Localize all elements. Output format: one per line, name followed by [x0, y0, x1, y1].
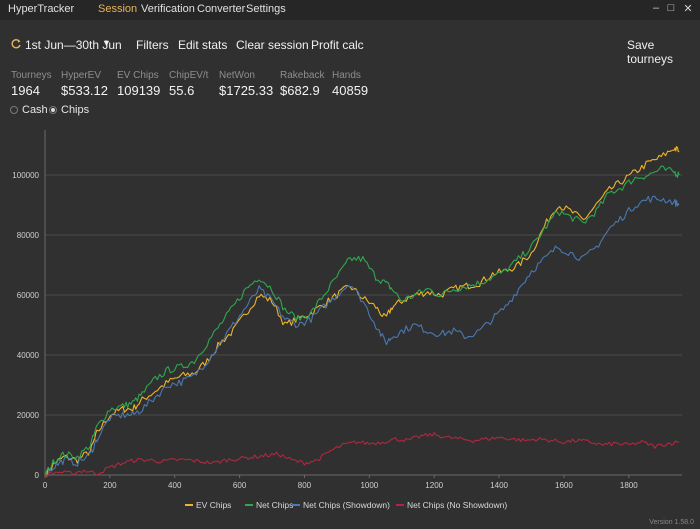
y-tick-label: 60000: [17, 291, 40, 300]
radio-chips[interactable]: Chips: [49, 104, 89, 116]
series-line-net-chips-showdown: [44, 195, 680, 477]
x-tick-label: 1400: [490, 481, 508, 490]
y-tick-label: 20000: [17, 411, 40, 420]
x-tick-label: 1600: [555, 481, 573, 490]
legend-label: Net Chips (No Showdown): [407, 500, 507, 510]
legend-label: Net Chips (Showdown): [303, 500, 390, 510]
stat-label: Tourneys: [11, 70, 52, 81]
menu-converter[interactable]: Converter: [197, 3, 245, 15]
close-icon[interactable]: ✕: [682, 2, 694, 15]
title-bar: HyperTracker Session Verification Conver…: [0, 0, 700, 20]
x-tick-label: 200: [103, 481, 117, 490]
stat-label: ChipEV/t: [169, 70, 209, 81]
radio-label: Chips: [61, 104, 90, 116]
stat-tourneys: Tourneys 1964: [11, 70, 52, 98]
radio-cash[interactable]: Cash: [10, 104, 48, 116]
stat-value: $682.9: [280, 83, 320, 98]
stat-label: NetWon: [219, 70, 255, 81]
stat-value: 1964: [11, 83, 40, 98]
y-tick-label: 0: [35, 471, 40, 480]
filters-button[interactable]: Filters: [136, 38, 169, 52]
stat-chipev-per-t: ChipEV/t 55.6: [169, 70, 208, 98]
stat-value: 109139: [117, 83, 161, 98]
x-tick-label: 1000: [360, 481, 378, 490]
stat-value: $1725.33: [219, 83, 274, 98]
stat-value: $533.12: [61, 83, 108, 98]
x-tick-label: 1800: [620, 481, 638, 490]
x-tick-label: 0: [43, 481, 48, 490]
stat-rakeback: Rakeback $682.9: [280, 70, 324, 98]
stat-hyperev: HyperEV $533.12: [61, 70, 108, 98]
stat-value: 55.6: [169, 83, 195, 98]
minimize-icon[interactable]: –: [650, 2, 662, 14]
series-line-net-chips: [44, 165, 680, 476]
edit-stats-button[interactable]: Edit stats: [178, 38, 227, 52]
stat-label: Hands: [332, 70, 361, 81]
menu-session[interactable]: Session: [98, 3, 137, 15]
y-tick-label: 100000: [12, 171, 39, 180]
menu-settings[interactable]: Settings: [246, 3, 286, 15]
profit-calc-button[interactable]: Profit calc: [311, 38, 364, 52]
y-tick-label: 40000: [17, 351, 40, 360]
stat-label: HyperEV: [61, 70, 102, 81]
chips-line-chart: 0 20000 40000 60000 80000 100000 0 200 400 600 800…: [12, 130, 682, 510]
clear-session-button[interactable]: Clear session: [236, 38, 309, 52]
radio-label: Cash: [22, 104, 48, 116]
chevron-down-icon[interactable]: ▼: [102, 38, 111, 48]
stat-value: 40859: [332, 83, 369, 98]
x-tick-label: 400: [168, 481, 182, 490]
x-tick-label: 600: [233, 481, 247, 490]
series-line-ev-chips: [44, 146, 680, 478]
refresh-icon[interactable]: [10, 38, 22, 50]
version-label: Version 1.58.0: [649, 519, 694, 526]
x-tick-label: 1200: [425, 481, 443, 490]
legend-label: Net Chips: [256, 500, 293, 510]
stat-label: Rakeback: [280, 70, 325, 81]
series-line-net-chips-no-showdown: [44, 431, 680, 478]
save-tourneys-button[interactable]: Save tourneys: [627, 38, 700, 66]
radio-button[interactable]: [10, 106, 18, 114]
stat-label: EV Chips: [117, 70, 159, 81]
stat-hands: Hands 40859: [332, 70, 368, 98]
app-title: HyperTracker: [8, 3, 75, 15]
stat-ev-chips: EV Chips 109139: [117, 70, 160, 98]
radio-button[interactable]: [49, 106, 57, 114]
maximize-icon[interactable]: □: [665, 2, 677, 14]
stat-netwon: NetWon $1725.33: [219, 70, 273, 98]
menu-verification[interactable]: Verification: [141, 3, 195, 15]
y-tick-label: 80000: [17, 231, 40, 240]
x-tick-label: 800: [298, 481, 312, 490]
legend-label: EV Chips: [196, 500, 231, 510]
